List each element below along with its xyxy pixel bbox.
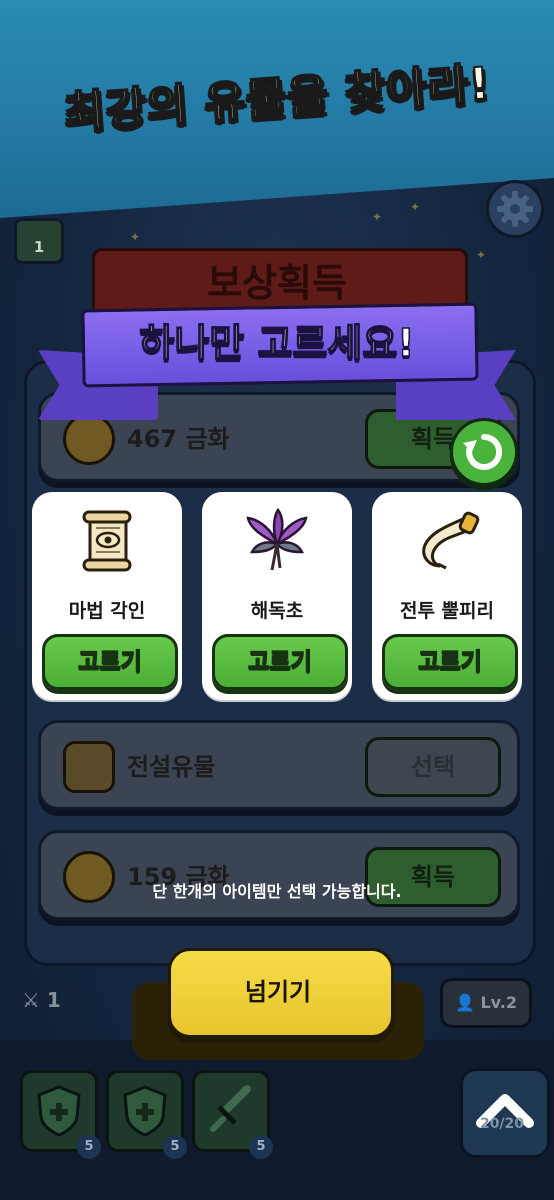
chevron-up-icon [476, 1094, 534, 1128]
horn-icon [422, 511, 480, 570]
pick-button[interactable]: 고르기 [382, 634, 518, 690]
pick-button[interactable]: 고르기 [42, 634, 178, 690]
ribbon-title: 하나만 고르세요! [139, 320, 416, 366]
sparkle-icon: ✦ [476, 248, 487, 262]
slot-count: 5 [77, 1135, 101, 1159]
sword-icon: ⚔ [22, 988, 40, 1012]
capacity-count: 20/20 [479, 1116, 525, 1132]
reward-row-label: 전설유물 [127, 753, 216, 781]
vase-icon [63, 741, 115, 793]
user-icon: 👤 [454, 993, 475, 1012]
item-card[interactable]: 전투 뿔피리 고르기 [372, 492, 522, 700]
level-badge[interactable]: 👤 Lv.2 [440, 978, 532, 1028]
sword-count: ⚔ 1 [22, 988, 61, 1012]
sparkle-icon: ✦ [410, 200, 421, 214]
equip-slot[interactable]: 5 [106, 1070, 187, 1159]
coin-icon [63, 413, 115, 465]
slot-count: 5 [163, 1135, 187, 1159]
refresh-button[interactable] [450, 418, 518, 486]
reward-row-label: 467 금화 [127, 425, 230, 453]
stage-badge-number: 1 [33, 238, 45, 256]
reward-row: 159 금화 획득 [38, 830, 520, 920]
slot-count: 5 [249, 1135, 273, 1159]
item-name: 전투 뿔피리 [399, 600, 494, 622]
notice-text: 단 한개의 아이템만 선택 가능합니다. [152, 882, 402, 901]
scroll-icon [82, 510, 132, 572]
sparkle-icon: ✦ [372, 210, 383, 224]
item-name: 해독초 [250, 600, 304, 622]
gear-icon[interactable] [486, 180, 544, 238]
herb-icon [246, 507, 308, 571]
refresh-icon [463, 433, 503, 470]
equip-slot[interactable]: 5 [20, 1070, 101, 1159]
level-label: Lv.2 [480, 993, 518, 1012]
select-button[interactable]: 선택 [365, 737, 501, 797]
sparkle-icon: ✦ [130, 230, 141, 244]
item-name: 마법 각인 [68, 600, 146, 622]
skip-button-label: 넘기기 [244, 978, 312, 1006]
item-card[interactable]: 해독초 고르기 [202, 492, 352, 700]
sword-count-value: 1 [46, 988, 61, 1012]
stage-badge: 1 [14, 218, 64, 264]
equip-slot[interactable]: 5 [192, 1070, 273, 1159]
expand-button[interactable] [460, 1068, 550, 1158]
reward-row: 전설유물 선택 [38, 720, 520, 810]
item-card[interactable]: 마법 각인 고르기 [32, 492, 182, 700]
reward-title: 보상획득 [207, 261, 347, 305]
pick-button[interactable]: 고르기 [212, 634, 348, 690]
